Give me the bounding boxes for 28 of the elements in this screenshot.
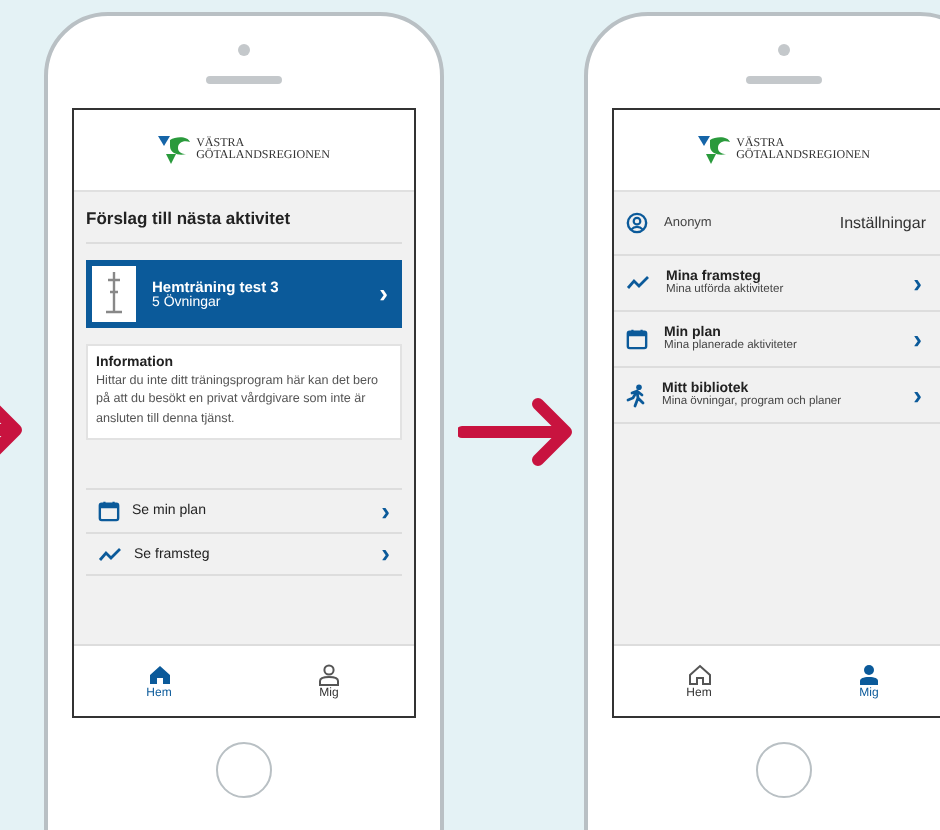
calendar-icon (98, 500, 120, 523)
speaker-slot (206, 76, 282, 84)
settings-link[interactable]: Inställningar (839, 214, 926, 232)
person-icon (858, 663, 880, 685)
home-icon (147, 663, 171, 685)
chevron-icon: › (379, 284, 388, 304)
home-button[interactable] (216, 742, 272, 798)
section-title: Förslag till nästa aktivitet (86, 192, 402, 244)
camera-dot (238, 44, 250, 56)
chevron-icon: › (913, 385, 922, 405)
chevron-icon: › (913, 273, 922, 293)
chevron-icon: › (913, 329, 922, 349)
logo-icon (158, 136, 191, 164)
trend-line-icon (626, 274, 650, 292)
logo-icon (698, 136, 731, 164)
user-circle-icon (626, 212, 648, 234)
chevron-icon: › (381, 544, 390, 565)
chevron-icon: › (381, 501, 390, 522)
runner-icon (626, 383, 646, 407)
camera-dot (778, 44, 790, 56)
trend-line-icon (98, 545, 122, 564)
calendar-icon (626, 328, 648, 350)
home-button[interactable] (756, 742, 812, 798)
speaker-slot (746, 76, 822, 84)
exercise-thumbnail (92, 266, 136, 322)
home-icon (687, 663, 711, 685)
person-icon (318, 663, 340, 685)
arrow-icon (458, 398, 574, 466)
